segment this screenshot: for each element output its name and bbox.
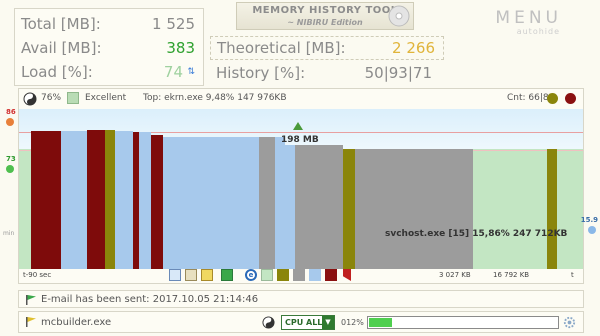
- load-value: 74: [164, 63, 183, 81]
- load-label: Load [%]:: [21, 63, 93, 81]
- load-number: 74: [163, 63, 183, 81]
- graph-bar: [285, 145, 295, 269]
- total-label: Total [MB]:: [21, 15, 101, 33]
- time-start-label: t-90 sec: [23, 271, 52, 279]
- graph-bar: [105, 130, 115, 269]
- cpu-select-value: CPU ALL: [285, 318, 323, 327]
- left-max-marker-icon: [6, 118, 14, 126]
- total-value: 1 525: [152, 15, 195, 33]
- olive-dot-icon[interactable]: [547, 93, 558, 104]
- avail-value: 383: [166, 39, 195, 57]
- left-min-label: min: [3, 230, 15, 237]
- memory-graph-panel: 76% Excellent Top: ekrn.exe 9,48% 147 97…: [18, 88, 584, 284]
- graph-bar: [61, 131, 87, 269]
- theoretical-value: 2 266: [392, 39, 435, 57]
- yellow-flag-icon: [26, 317, 36, 327]
- disc-icon: [388, 5, 410, 27]
- yin-yang-icon: [23, 92, 37, 106]
- quality-swatch: [67, 92, 79, 104]
- download-icon[interactable]: [221, 269, 233, 281]
- cpu-percent: 012%: [341, 318, 364, 327]
- graph-bar: [115, 131, 133, 269]
- cpu-progress-bar: [367, 316, 559, 329]
- memory-percent: 76%: [41, 93, 62, 103]
- status-bar: E-mail has been sent: 2017.10.05 21:14:4…: [18, 290, 584, 308]
- green-flag-icon: [26, 295, 36, 305]
- gray-filter-icon[interactable]: [293, 269, 305, 281]
- kb-value-1: 3 027 KB: [439, 271, 471, 279]
- kb-value-2: 16 792 KB: [493, 271, 530, 279]
- right-value: 15.9: [580, 216, 598, 224]
- red-filter-icon[interactable]: [325, 269, 337, 281]
- green-filter-icon[interactable]: [261, 269, 273, 281]
- memory-graph: 198 MB svchost.exe [15] 15,86% 247 712KB: [19, 109, 583, 269]
- process-name: mcbuilder.exe: [41, 317, 112, 328]
- graph-footer: t-90 sec e 3 027 KB 16 792 KB t: [19, 267, 583, 283]
- graph-bar: [275, 137, 285, 269]
- graph-bar: [151, 135, 163, 269]
- total-row: Total [MB]: 1 525: [21, 13, 195, 37]
- app-title-plaque: MEMORY HISTORY TOOL ~ NIBIRU Edition: [236, 2, 414, 30]
- graph-header: 76% Excellent Top: ekrn.exe 9,48% 147 97…: [19, 89, 583, 109]
- red-dot-icon[interactable]: [565, 93, 576, 104]
- cpu-progress-fill: [369, 318, 392, 327]
- graph-bar: [259, 137, 275, 269]
- gear-icon[interactable]: [562, 315, 577, 330]
- quality-label: Excellent: [85, 93, 127, 103]
- yin-yang-icon[interactable]: [262, 316, 275, 329]
- left-mid-value: 73: [6, 155, 16, 163]
- cpu-select[interactable]: CPU ALL ▼: [281, 315, 335, 330]
- left-max-value: 86: [6, 108, 16, 116]
- chevron-down-icon: ▼: [322, 316, 334, 329]
- menu-button[interactable]: MENU: [495, 8, 562, 28]
- arrows-icon[interactable]: [185, 269, 197, 281]
- window-icon[interactable]: [169, 269, 181, 281]
- graph-bar: [355, 149, 473, 269]
- flag-icon[interactable]: [343, 269, 351, 281]
- graph-bar: [139, 132, 151, 269]
- avail-row: Avail [MB]: 383: [21, 37, 195, 61]
- e-icon[interactable]: e: [245, 269, 257, 281]
- graph-bar: [31, 131, 61, 269]
- memory-stats-panel: Total [MB]: 1 525 Avail [MB]: 383 Load […: [14, 8, 204, 86]
- peak-label: 198 MB: [281, 135, 319, 145]
- history-value: 50|93|71: [364, 64, 432, 82]
- load-trend-icon: ⇅: [187, 67, 195, 77]
- left-mid-marker-icon: [6, 165, 14, 173]
- chat-icon[interactable]: [201, 269, 213, 281]
- right-marker-icon: [588, 226, 596, 234]
- theoretical-panel: Theoretical [MB]: 2 266: [210, 36, 444, 60]
- graph-bar: [295, 145, 343, 269]
- blue-filter-icon[interactable]: [309, 269, 321, 281]
- process-bar: mcbuilder.exe CPU ALL ▼ 012%: [18, 311, 584, 333]
- status-message: E-mail has been sent: 2017.10.05 21:14:4…: [41, 294, 259, 305]
- load-row: Load [%]: 74 ⇅: [21, 61, 195, 85]
- top-bar-label: svchost.exe [15] 15,86% 247 712KB: [385, 229, 568, 239]
- olive-filter-icon[interactable]: [277, 269, 289, 281]
- peak-marker-icon: [293, 122, 303, 130]
- graph-bar: [343, 149, 355, 269]
- history-label: History [%]:: [216, 64, 306, 82]
- time-end-label: t: [571, 271, 574, 279]
- theoretical-label: Theoretical [MB]:: [217, 39, 346, 57]
- avail-label: Avail [MB]:: [21, 39, 102, 57]
- graph-bar: [163, 137, 259, 269]
- autohide-label: autohide: [516, 27, 560, 36]
- top-process-info: Top: ekrn.exe 9,48% 147 976KB: [143, 93, 287, 103]
- graph-bar: [87, 130, 105, 269]
- graph-bar: [547, 149, 557, 269]
